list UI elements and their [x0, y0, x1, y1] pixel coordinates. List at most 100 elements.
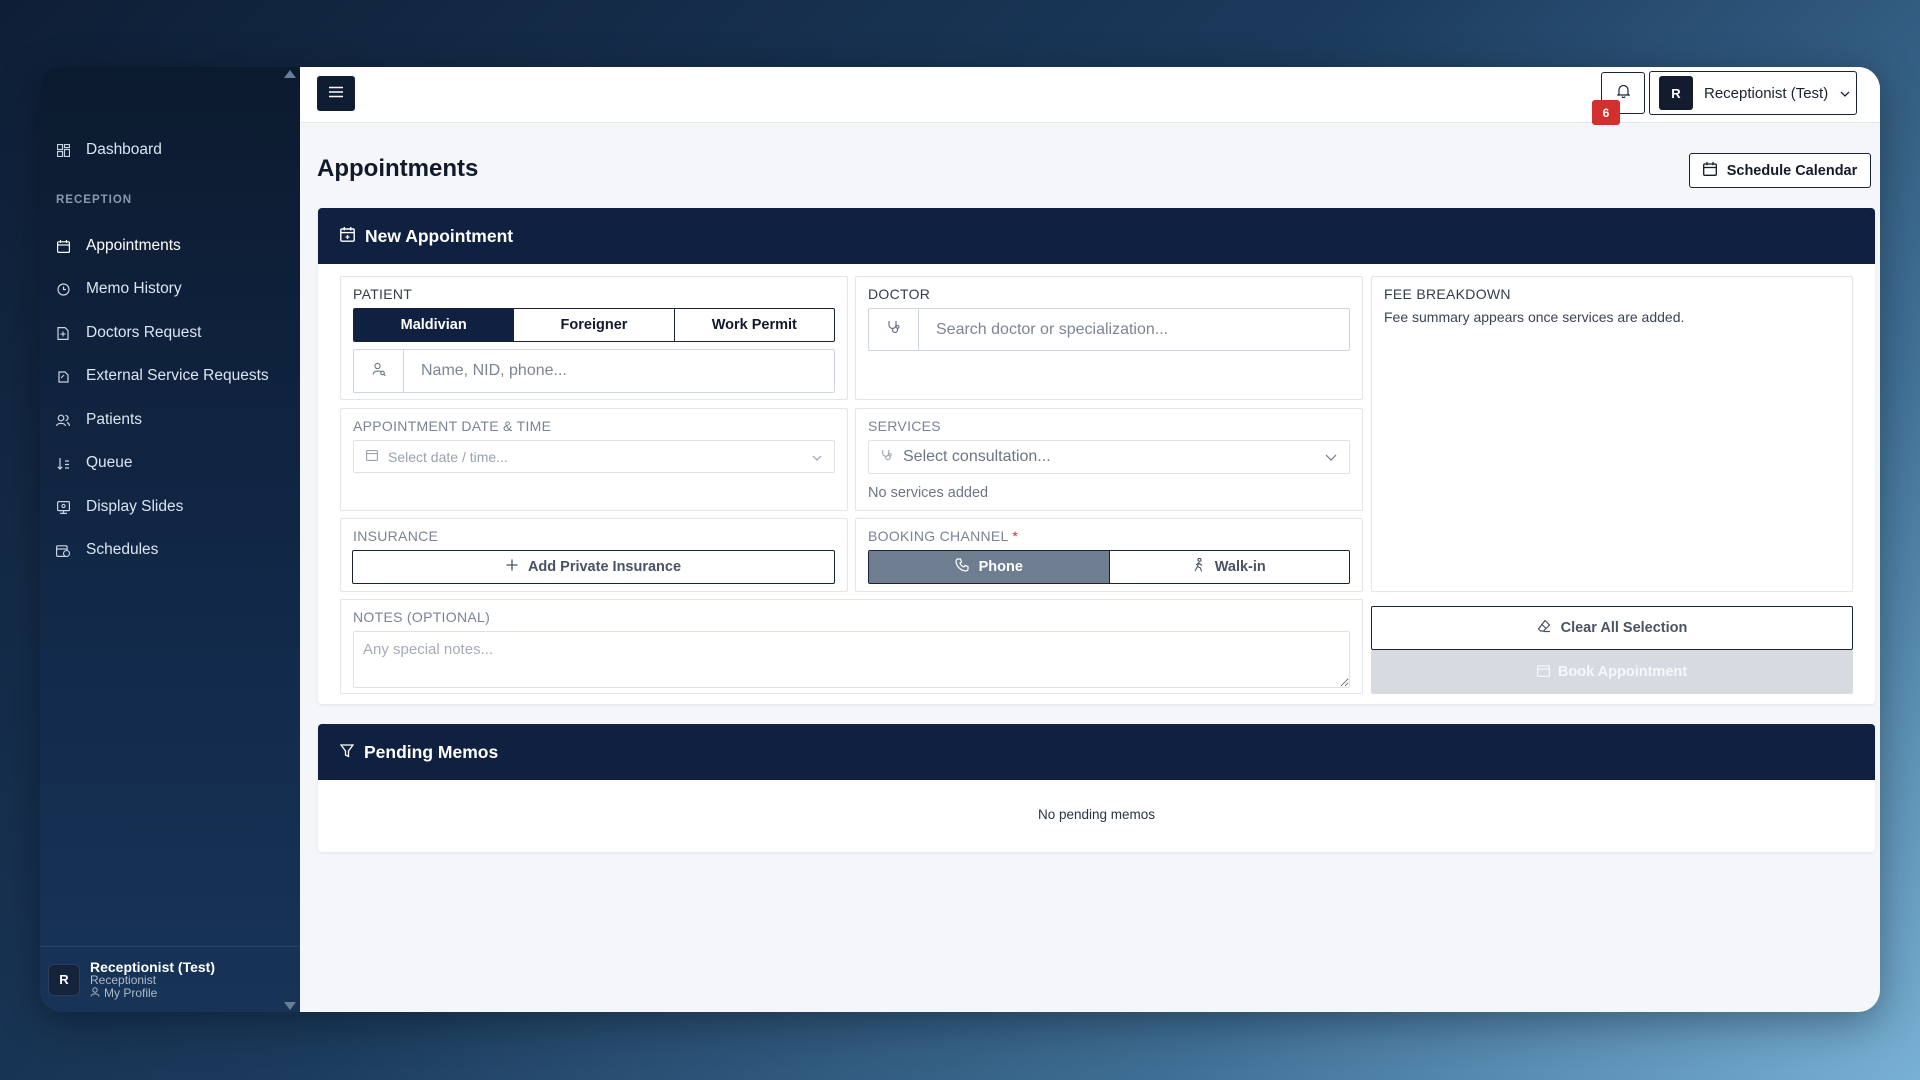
sidebar-scroll-up[interactable] — [284, 70, 296, 78]
sidebar-item-doctors-request[interactable]: Doctors Request — [56, 313, 286, 353]
topbar: 6 R Receptionist (Test) — [300, 67, 1880, 125]
sidebar-section-label: RECEPTION — [56, 194, 133, 206]
doctor-label: DOCTOR — [868, 286, 931, 302]
stethoscope-icon — [881, 448, 893, 466]
calendar-icon — [56, 239, 70, 253]
sidebar-item-label: Memo History — [86, 280, 182, 297]
pending-memos-card: Pending Memos No pending memos — [318, 724, 1875, 852]
services-panel: SERVICES Select consultation... No servi… — [855, 408, 1363, 511]
booking-channel-phone[interactable]: Phone — [869, 551, 1109, 583]
external-icon — [56, 369, 70, 383]
patient-type-maldivian[interactable]: Maldivian — [354, 309, 514, 341]
booking-channel-selector: Phone Walk-in — [868, 550, 1350, 584]
datetime-select[interactable]: Select date / time... — [353, 440, 835, 473]
booking-channel-panel: BOOKING CHANNEL * Phone Walk-in — [855, 518, 1363, 592]
sidebar-item-label: Queue — [86, 454, 133, 471]
calendar-plus-icon — [340, 226, 355, 247]
patient-type-foreigner[interactable]: Foreigner — [513, 309, 673, 341]
booking-channel-phone-label: Phone — [978, 559, 1023, 575]
app-window: Dashboard RECEPTION Appointments Memo Hi… — [40, 67, 1880, 1012]
sidebar-item-dashboard[interactable]: Dashboard — [56, 130, 286, 170]
user-icon — [90, 987, 100, 1000]
patient-search-input[interactable] — [404, 350, 834, 392]
sidebar-item-external-service-requests[interactable]: External Service Requests — [56, 356, 286, 396]
users-icon — [56, 413, 70, 427]
datetime-panel: APPOINTMENT DATE & TIME Select date / ti… — [340, 408, 848, 511]
sidebar-user-name: Receptionist (Test) — [90, 958, 215, 975]
patient-type-work-permit[interactable]: Work Permit — [673, 309, 834, 341]
schedule-icon — [56, 543, 70, 557]
clear-all-selection-button[interactable]: Clear All Selection — [1371, 606, 1853, 650]
calendar-icon — [1536, 664, 1550, 681]
sidebar-user-role: Receptionist — [90, 973, 157, 988]
services-select[interactable]: Select consultation... — [868, 440, 1350, 474]
plus-icon — [506, 559, 518, 575]
file-icon — [56, 326, 70, 340]
sidebar-item-label: Doctors Request — [86, 324, 202, 341]
sidebar-scroll-down[interactable] — [284, 1002, 296, 1010]
sidebar-user-panel[interactable]: R Receptionist (Test) Receptionist My Pr… — [40, 946, 300, 1012]
hamburger-icon — [329, 85, 343, 103]
filter-icon — [339, 742, 355, 763]
services-label: SERVICES — [868, 418, 941, 434]
fee-summary-text: Fee summary appears once services are ad… — [1384, 309, 1685, 325]
user-menu-name: Receptionist (Test) — [1704, 84, 1829, 102]
booking-channel-label: BOOKING CHANNEL * — [868, 528, 1018, 544]
clear-all-selection-label: Clear All Selection — [1560, 620, 1688, 636]
new-appointment-header: New Appointment — [318, 208, 1875, 264]
patient-search-addon — [354, 350, 404, 392]
menu-toggle-button[interactable] — [317, 76, 355, 111]
main-content: 6 R Receptionist (Test) Appointments Sch… — [300, 67, 1880, 1012]
patient-label: PATIENT — [353, 286, 413, 302]
sidebar-item-queue[interactable]: Queue — [56, 443, 286, 483]
sidebar-item-display-slides[interactable]: Display Slides — [56, 487, 286, 527]
calendar-icon — [1702, 161, 1717, 180]
notes-textarea[interactable] — [353, 631, 1350, 688]
notification-count-badge: 6 — [1592, 100, 1620, 125]
user-search-icon — [372, 362, 386, 381]
eraser-icon — [1537, 619, 1551, 637]
datetime-placeholder: Select date / time... — [388, 448, 508, 465]
booking-channel-label-text: BOOKING CHANNEL — [868, 528, 1009, 544]
phone-icon — [954, 558, 969, 576]
doctor-panel: DOCTOR — [855, 276, 1363, 400]
doctor-search-group — [868, 308, 1350, 351]
sidebar-item-label: Patients — [86, 411, 143, 428]
sidebar-item-label: Schedules — [86, 541, 159, 558]
sidebar-item-memo-history[interactable]: Memo History — [56, 269, 286, 309]
my-profile-link[interactable]: My Profile — [90, 987, 215, 1000]
new-appointment-card: New Appointment PATIENT Maldivian Foreig… — [318, 208, 1875, 704]
pending-memos-empty-text: No pending memos — [1037, 807, 1156, 822]
stethoscope-icon — [887, 320, 901, 339]
book-appointment-label: Book Appointment — [1557, 664, 1688, 680]
doctor-search-addon — [869, 309, 919, 350]
sidebar-item-appointments[interactable]: Appointments — [56, 226, 286, 266]
calendar-icon — [366, 448, 378, 466]
new-appointment-title: New Appointment — [365, 225, 514, 246]
history-icon — [56, 282, 70, 296]
queue-icon — [56, 456, 70, 470]
notes-panel: NOTES (OPTIONAL) — [340, 599, 1363, 694]
user-menu-button[interactable]: R Receptionist (Test) — [1649, 71, 1857, 115]
booking-channel-walk-in-label: Walk-in — [1214, 559, 1266, 575]
notes-label: NOTES (OPTIONAL) — [353, 609, 491, 625]
sidebar-item-label: Appointments — [86, 237, 181, 254]
doctor-search-input[interactable] — [919, 309, 1349, 350]
services-placeholder: Select consultation... — [903, 448, 1051, 465]
required-mark: * — [1012, 528, 1019, 544]
schedule-calendar-button[interactable]: Schedule Calendar — [1689, 153, 1871, 188]
fee-breakdown-panel: FEE BREAKDOWN Fee summary appears once s… — [1371, 276, 1853, 592]
sidebar-item-patients[interactable]: Patients — [56, 400, 286, 440]
slides-icon — [56, 500, 70, 514]
insurance-label: INSURANCE — [353, 528, 439, 544]
booking-channel-walk-in[interactable]: Walk-in — [1108, 551, 1349, 583]
my-profile-label: My Profile — [104, 985, 158, 1000]
book-appointment-button[interactable]: Book Appointment — [1371, 650, 1853, 694]
page-title: Appointments — [317, 155, 479, 182]
avatar: R — [1659, 76, 1693, 110]
sidebar-item-schedules[interactable]: Schedules — [56, 530, 286, 570]
avatar: R — [48, 963, 80, 996]
sidebar-item-label: Display Slides — [86, 498, 184, 515]
walk-icon — [1193, 557, 1205, 576]
add-private-insurance-button[interactable]: Add Private Insurance — [352, 550, 835, 584]
